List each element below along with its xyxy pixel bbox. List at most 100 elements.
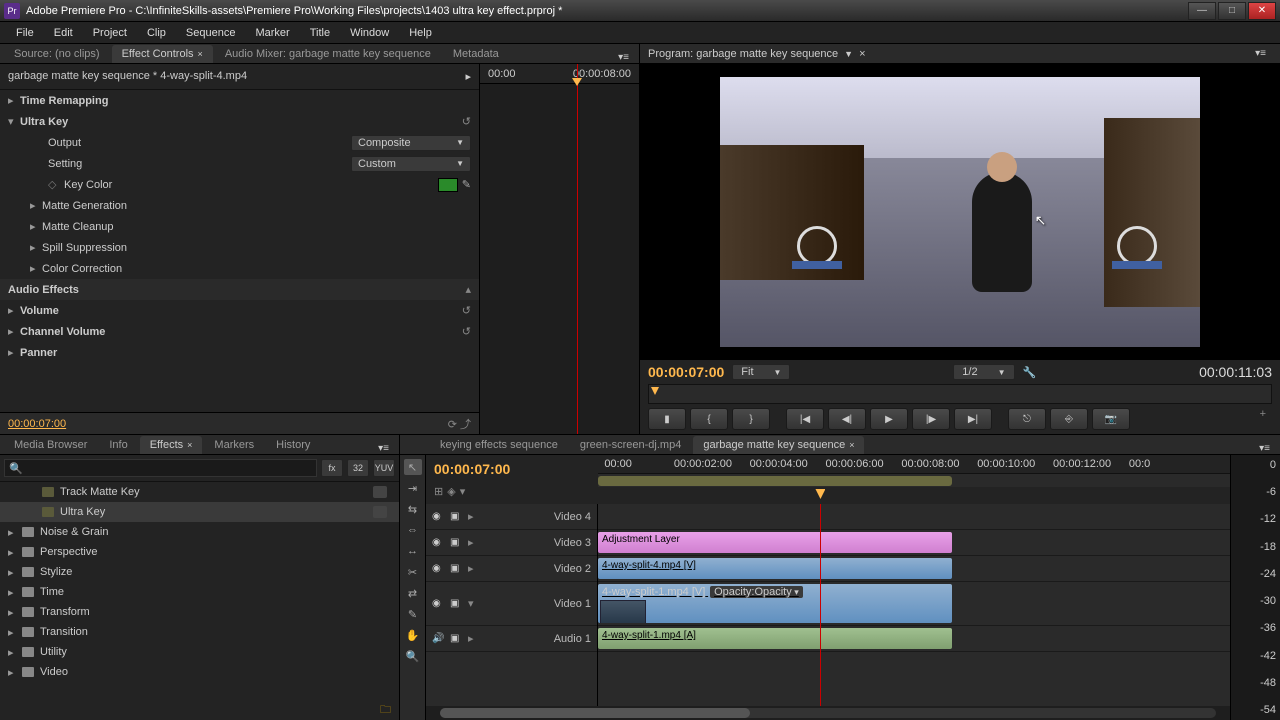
scrubber-playhead[interactable] <box>651 387 659 395</box>
timeline-scrollbar[interactable] <box>426 706 1230 720</box>
step-back-button[interactable]: ◀| <box>828 408 866 430</box>
twirl-icon[interactable]: ▸ <box>8 304 20 317</box>
zoom-fit-dropdown[interactable]: Fit▼ <box>732 364 790 380</box>
clip-adjustment-layer[interactable]: Adjustment Layer <box>598 532 952 553</box>
tab-audio-mixer[interactable]: Audio Mixer: garbage matte key sequence <box>215 45 441 63</box>
zoom-tool[interactable]: 🔍 <box>404 648 422 664</box>
lock-icon[interactable]: ▣ <box>450 537 464 548</box>
current-timecode[interactable]: 00:00:07:00 <box>8 418 66 430</box>
eye-icon[interactable]: ◉ <box>432 511 446 522</box>
ultra-key-label[interactable]: Ultra Key <box>20 116 462 128</box>
menu-file[interactable]: File <box>6 27 44 39</box>
yuv-filter-button[interactable]: YUV <box>373 459 395 477</box>
track-header-v3[interactable]: ◉▣▸Video 3 <box>426 530 597 556</box>
effect-item-ultra-key[interactable]: Ultra Key <box>0 502 399 522</box>
channel-volume-label[interactable]: Channel Volume <box>20 326 462 338</box>
in-point-button[interactable]: { <box>690 408 728 430</box>
settings-icon[interactable]: ▾ <box>460 485 466 498</box>
32bit-filter-button[interactable]: 32 <box>347 459 369 477</box>
extract-button[interactable]: ⎆ <box>1050 408 1088 430</box>
speaker-icon[interactable]: 🔊 <box>432 633 446 644</box>
eyedropper-icon[interactable]: ✎ <box>462 178 471 191</box>
collapse-icon[interactable]: ▴ <box>465 283 471 296</box>
close-button[interactable]: ✕ <box>1248 2 1276 20</box>
twirl-icon[interactable]: ▸ <box>30 262 42 275</box>
tab-history[interactable]: History <box>266 436 320 454</box>
effect-folder-noise[interactable]: ▸Noise & Grain <box>0 522 399 542</box>
effect-folder-utility[interactable]: ▸Utility <box>0 642 399 662</box>
menu-project[interactable]: Project <box>83 27 137 39</box>
selection-tool[interactable]: ↖ <box>404 459 422 475</box>
tab-source[interactable]: Source: (no clips) <box>4 45 110 63</box>
tab-info[interactable]: Info <box>99 436 137 454</box>
maximize-button[interactable]: □ <box>1218 2 1246 20</box>
lift-button[interactable]: ⎋ <box>1008 408 1046 430</box>
menu-window[interactable]: Window <box>340 27 399 39</box>
opacity-dropdown[interactable]: Opacity:Opacity ▾ <box>710 586 803 598</box>
goto-out-button[interactable]: ▶| <box>954 408 992 430</box>
menu-help[interactable]: Help <box>399 27 442 39</box>
time-remapping-label[interactable]: Time Remapping <box>20 95 471 107</box>
panel-menu-icon[interactable]: ▾≡ <box>612 52 635 63</box>
timeline-track-area[interactable]: Adjustment Layer 4-way-split-4.mp4 [V] 4… <box>598 504 1230 706</box>
ripple-edit-tool[interactable]: ⇆ <box>404 501 422 517</box>
effect-folder-transform[interactable]: ▸Transform <box>0 602 399 622</box>
pen-tool[interactable]: ✎ <box>404 606 422 622</box>
step-forward-button[interactable]: |▶ <box>912 408 950 430</box>
timeline-ruler[interactable]: 00:00 00:00:02:00 00:00:04:00 00:00:06:0… <box>598 455 1230 473</box>
program-in-timecode[interactable]: 00:00:07:00 <box>648 364 724 380</box>
tab-media-browser[interactable]: Media Browser <box>4 436 97 454</box>
out-point-button[interactable]: } <box>732 408 770 430</box>
output-dropdown[interactable]: Composite▼ <box>351 135 471 151</box>
menu-edit[interactable]: Edit <box>44 27 83 39</box>
track-header-v1[interactable]: ◉▣▾Video 1 <box>426 582 597 626</box>
lock-icon[interactable]: ▣ <box>450 633 464 644</box>
effect-timeline[interactable]: 00:0000:00:08:00 <box>480 64 639 434</box>
play-button[interactable]: ▶ <box>870 408 908 430</box>
accelerated-filter-button[interactable]: fx <box>321 459 343 477</box>
menu-sequence[interactable]: Sequence <box>176 27 246 39</box>
track-select-tool[interactable]: ⇥ <box>404 480 422 496</box>
settings-icon[interactable]: 🔧 <box>1023 366 1037 379</box>
close-tab-icon[interactable]: × <box>859 48 865 60</box>
reset-icon[interactable]: ↺ <box>462 325 471 338</box>
tab-markers[interactable]: Markers <box>204 436 264 454</box>
eye-icon[interactable]: ◉ <box>432 563 446 574</box>
lock-icon[interactable]: ▣ <box>450 598 464 609</box>
tab-keying-sequence[interactable]: keying effects sequence <box>430 436 568 454</box>
effect-folder-perspective[interactable]: ▸Perspective <box>0 542 399 562</box>
twirl-icon[interactable]: ▸ <box>8 94 20 107</box>
panel-menu-icon[interactable]: ▾≡ <box>1249 48 1272 59</box>
twirl-icon[interactable]: ▸ <box>30 241 42 254</box>
setting-dropdown[interactable]: Custom▼ <box>351 156 471 172</box>
panel-menu-icon[interactable]: ▾≡ <box>1253 443 1276 454</box>
key-color-swatch[interactable] <box>438 178 458 192</box>
program-scrubber[interactable] <box>648 384 1272 404</box>
zoom-icon[interactable]: ⟳ ⤴ <box>448 416 471 432</box>
eye-icon[interactable]: ◉ <box>432 537 446 548</box>
keyframe-toggle-icon[interactable]: ◇ <box>48 178 60 191</box>
lock-icon[interactable]: ▣ <box>450 511 464 522</box>
rolling-edit-tool[interactable]: ⇔ <box>404 522 422 538</box>
twirl-icon[interactable]: ▸ <box>30 199 42 212</box>
tab-garbage-matte[interactable]: garbage matte key sequence× <box>693 436 864 454</box>
clip-split-4[interactable]: 4-way-split-4.mp4 [V] <box>598 558 952 579</box>
reset-icon[interactable]: ↺ <box>462 115 471 128</box>
rate-stretch-tool[interactable]: ↔ <box>404 543 422 559</box>
twirl-icon[interactable]: ▾ <box>8 115 20 128</box>
panel-menu-icon[interactable]: ▾≡ <box>372 443 395 454</box>
track-header-a1[interactable]: 🔊▣▸Audio 1 <box>426 626 597 652</box>
tab-green-screen[interactable]: green-screen-dj.mp4 <box>570 436 692 454</box>
mark-in-button[interactable]: ▮ <box>648 408 686 430</box>
track-header-v2[interactable]: ◉▣▸Video 2 <box>426 556 597 582</box>
lock-icon[interactable]: ▣ <box>450 563 464 574</box>
color-correction-label[interactable]: Color Correction <box>42 263 471 275</box>
clip-split-1[interactable]: 4-way-split-1.mp4 [V] Opacity:Opacity ▾ <box>598 584 952 623</box>
marker-icon[interactable]: ◈ <box>447 485 455 498</box>
menu-title[interactable]: Title <box>300 27 340 39</box>
twirl-icon[interactable]: ▸ <box>8 346 20 359</box>
minimize-button[interactable]: — <box>1188 2 1216 20</box>
twirl-icon[interactable]: ▸ <box>8 325 20 338</box>
effect-folder-stylize[interactable]: ▸Stylize <box>0 562 399 582</box>
snap-icon[interactable]: ⊞ <box>434 485 443 498</box>
